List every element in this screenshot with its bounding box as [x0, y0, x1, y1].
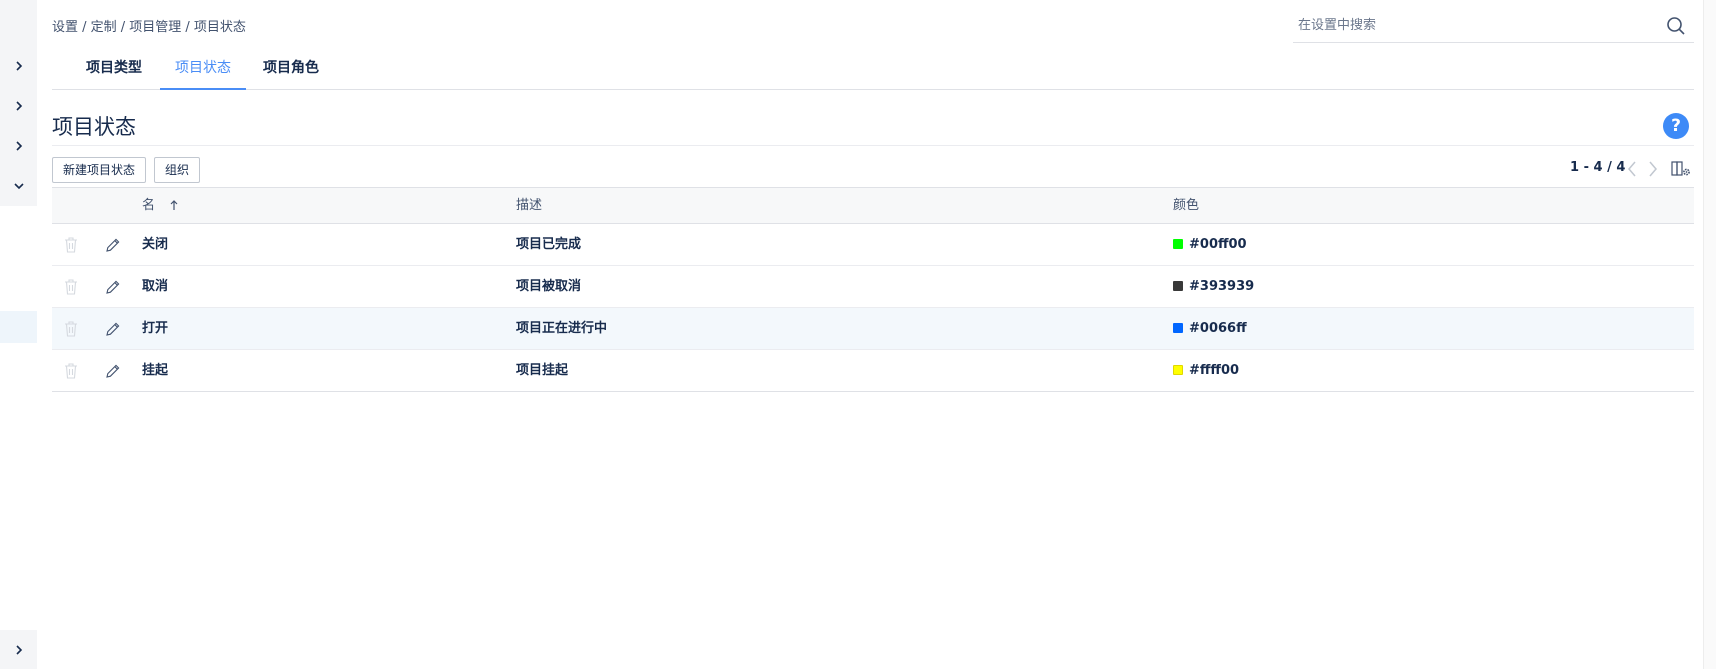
tab-project-statuses[interactable]: 项目状态 [160, 50, 246, 90]
column-header-description[interactable]: 描述 [516, 188, 542, 224]
status-description: 项目已完成 [516, 237, 582, 252]
color-swatch [1173, 364, 1183, 375]
status-name[interactable]: 打开 [142, 308, 168, 349]
chevron-right-icon [15, 61, 22, 71]
chevron-right-icon [15, 101, 22, 111]
sidebar-expand-2[interactable] [0, 87, 37, 125]
status-color: #393939 [1173, 266, 1254, 307]
sidebar-expand-3[interactable] [0, 127, 37, 165]
status-description: 项目正在进行中 [516, 321, 608, 336]
search-input[interactable] [1293, 8, 1653, 42]
table-row[interactable]: 关闭 项目已完成 #00ff00 [52, 224, 1694, 266]
sidebar-subitems [0, 206, 37, 630]
chevron-right-icon [15, 141, 22, 151]
sidebar-expand-1[interactable] [0, 47, 37, 85]
table-row[interactable]: 挂起 项目挂起 #ffff00 [52, 350, 1694, 392]
divider [52, 145, 1694, 146]
table-header: 名 描述 颜色 [52, 187, 1694, 224]
help-icon[interactable]: ? [1663, 113, 1689, 139]
trash-icon[interactable] [63, 362, 79, 380]
tab-project-types[interactable]: 项目类型 [81, 50, 147, 90]
table-row[interactable]: 取消 项目被取消 #393939 [52, 266, 1694, 308]
sidebar-expand-bottom[interactable] [0, 630, 37, 669]
pencil-icon[interactable] [105, 321, 121, 337]
table-row[interactable]: 打开 项目正在进行中 #0066ff [52, 308, 1694, 350]
sidebar-collapse[interactable] [0, 167, 37, 205]
status-description: 项目挂起 [516, 363, 569, 378]
color-swatch [1173, 322, 1183, 333]
status-description: 项目被取消 [516, 279, 582, 294]
sidebar-item-active[interactable] [0, 311, 37, 343]
settings-search [1293, 8, 1694, 43]
chevron-right-icon[interactable] [1647, 160, 1659, 178]
status-color: #0066ff [1173, 308, 1247, 349]
chevron-down-icon [13, 183, 24, 190]
scrollbar[interactable] [1703, 0, 1716, 669]
pagination-count: 1 - 4 / 4 [1570, 160, 1626, 175]
column-header-color[interactable]: 颜色 [1173, 188, 1199, 224]
new-status-button[interactable]: 新建项目状态 [52, 157, 147, 183]
trash-icon[interactable] [63, 236, 79, 254]
chevron-right-icon [15, 644, 22, 655]
status-color: #00ff00 [1173, 224, 1247, 265]
page-title: 项目状态 [52, 115, 136, 139]
pencil-icon[interactable] [105, 363, 121, 379]
tab-bar: 项目类型 项目状态 项目角色 [52, 50, 1694, 90]
tab-project-roles[interactable]: 项目角色 [258, 50, 324, 90]
column-settings-icon[interactable] [1671, 160, 1691, 178]
chevron-left-icon[interactable] [1626, 160, 1638, 178]
status-table: 名 描述 颜色 关闭 项目已完成 #00ff00 取消 项目被取消 #39393… [52, 187, 1694, 392]
status-color: #ffff00 [1173, 350, 1239, 391]
pencil-icon[interactable] [105, 279, 121, 295]
color-swatch [1173, 280, 1183, 291]
status-name[interactable]: 取消 [142, 266, 168, 307]
column-header-name[interactable]: 名 [142, 188, 179, 224]
trash-icon[interactable] [63, 278, 79, 296]
color-swatch [1173, 238, 1183, 249]
pencil-icon[interactable] [105, 237, 121, 253]
arrow-up-icon[interactable] [169, 199, 179, 211]
search-icon[interactable] [1666, 16, 1686, 36]
status-name[interactable]: 挂起 [142, 350, 168, 391]
organize-button[interactable]: 组织 [154, 157, 201, 183]
status-name[interactable]: 关闭 [142, 224, 168, 265]
breadcrumb[interactable]: 设置 / 定制 / 项目管理 / 项目状态 [52, 16, 246, 35]
trash-icon[interactable] [63, 320, 79, 338]
